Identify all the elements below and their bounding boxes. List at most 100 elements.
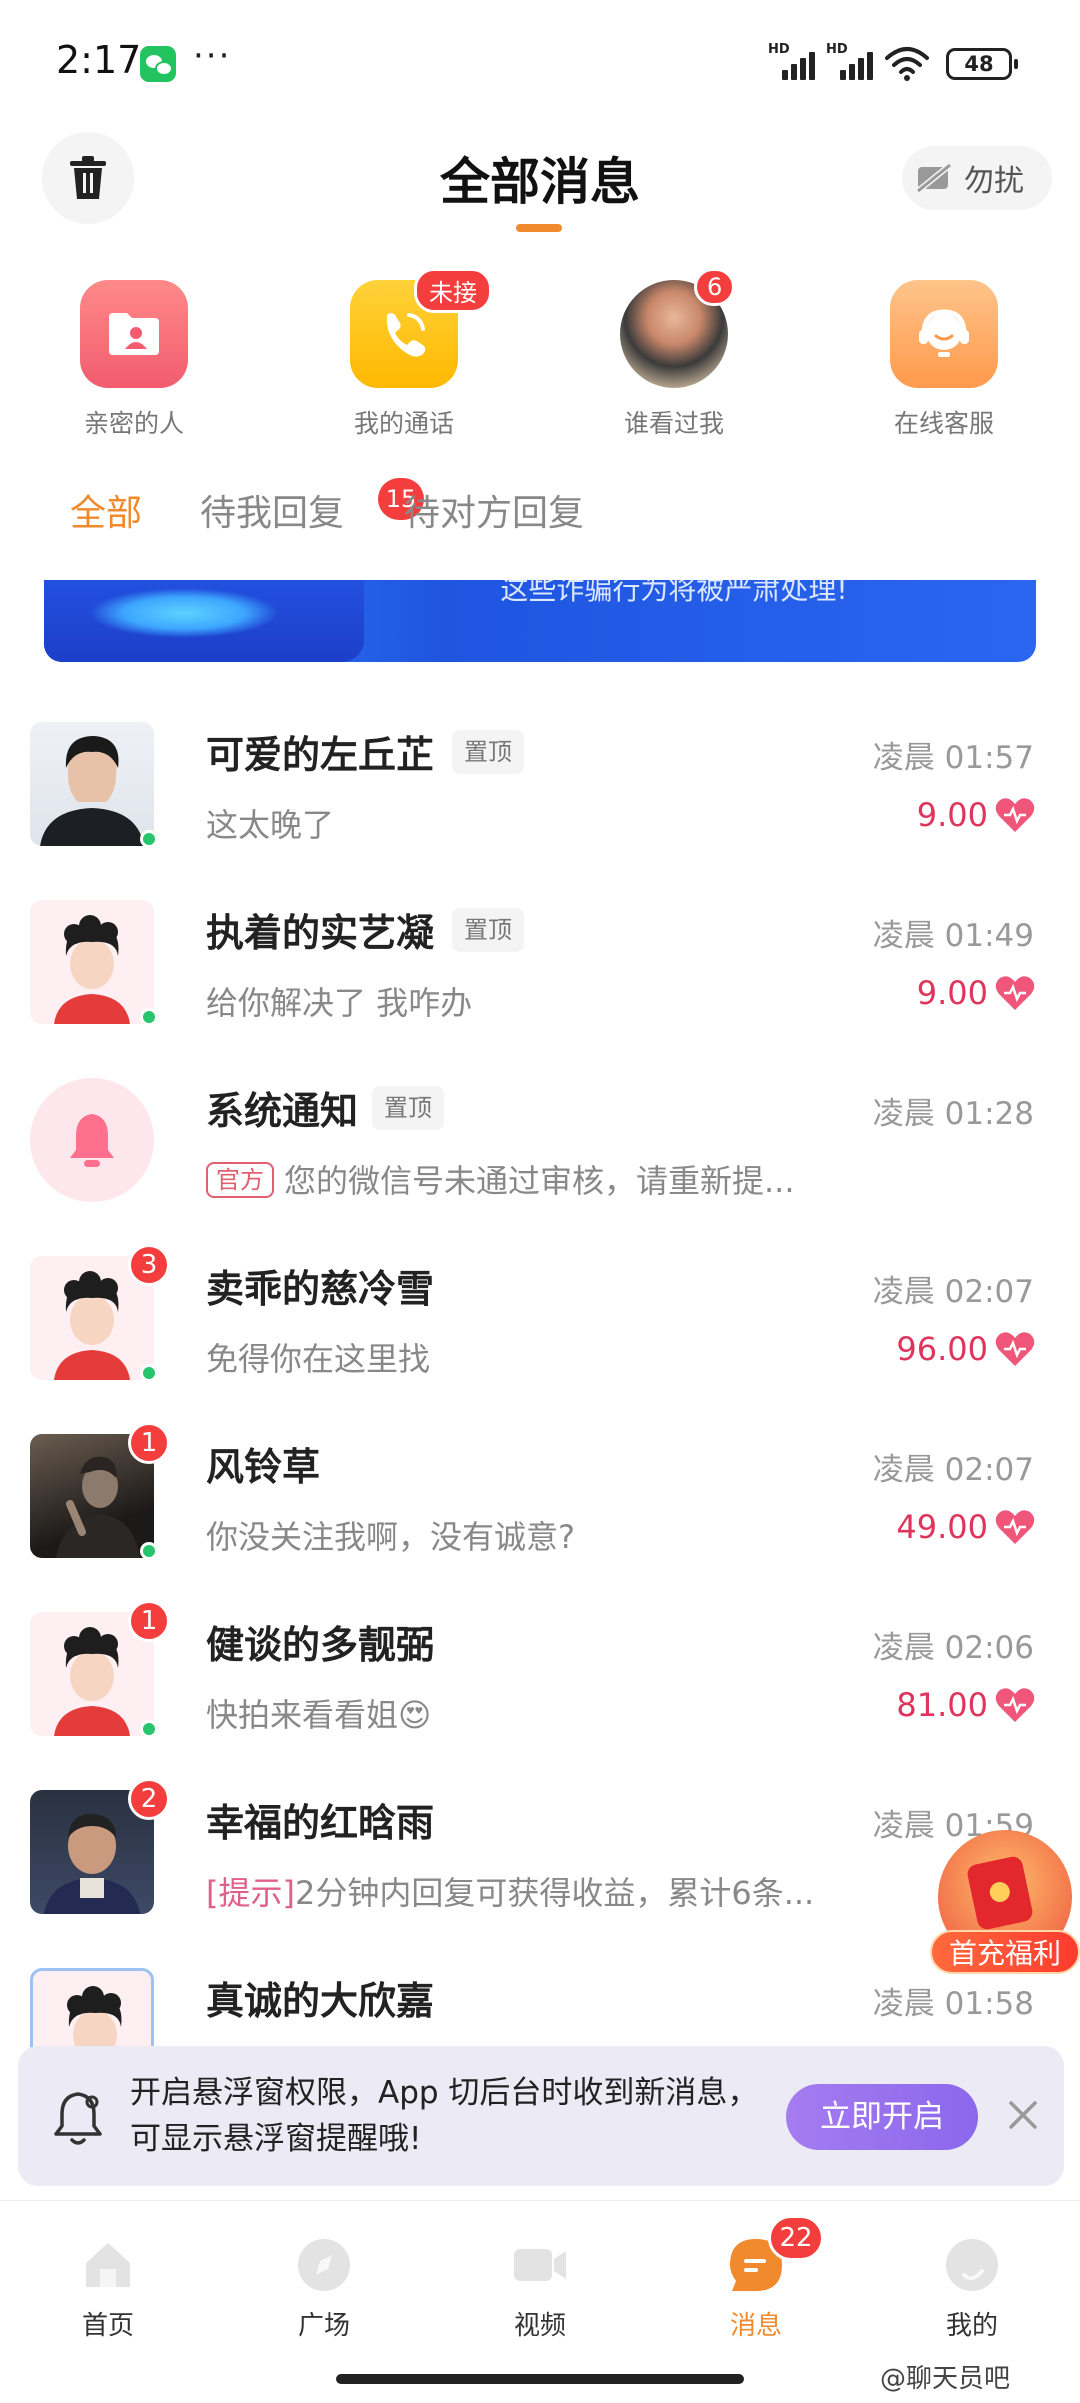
floating-window-permission-notice: 开启悬浮窗权限，App 切后台时收到新消息， 可显示悬浮窗提醒哦! 立即开启: [18, 2046, 1064, 2186]
pinned-tag: 置顶: [372, 1086, 444, 1130]
nav-plaza[interactable]: 广场: [224, 2201, 424, 2361]
reward-amount: 81.00: [896, 1686, 1036, 1724]
contact-name: 真诚的大欣嘉: [206, 1979, 435, 2023]
online-indicator: [140, 1542, 158, 1560]
message-row[interactable]: 2 幸福的红晗雨 凌晨 01:59 [提示]2分钟内回复可获得收益，累计6条..…: [0, 1748, 1080, 1926]
contact-name: 可爱的左丘芷: [206, 733, 435, 777]
message-time: 凌晨 02:07: [872, 1274, 1034, 1310]
nav-profile[interactable]: 我的: [872, 2201, 1072, 2361]
nav-label: 广场: [297, 2311, 350, 2341]
notice-line-1: 开启悬浮窗权限，App 切后台时收到新消息，: [130, 2075, 759, 2111]
bell-icon: [70, 1114, 114, 1167]
wifi-icon: [885, 47, 929, 81]
video-icon: [514, 2249, 566, 2281]
message-preview: 这太晚了: [206, 806, 335, 844]
message-time: 凌晨 01:49: [872, 918, 1034, 954]
message-row[interactable]: 1 风铃草 凌晨 02:07 你没关注我啊，没有诚意? 49.00: [0, 1392, 1080, 1570]
nav-label: 我的: [945, 2311, 998, 2341]
wechat-notification-icon: [140, 46, 176, 82]
promo-label: 首充福利: [930, 1930, 1080, 1974]
heart-icon: [995, 798, 1035, 832]
quick-entry-visitors[interactable]: 6 谁看过我: [574, 268, 774, 440]
reward-amount: 49.00: [896, 1508, 1036, 1546]
official-tag: 官方: [206, 1162, 274, 1198]
contact-name: 卖乖的慈冷雪: [206, 1267, 435, 1311]
phone-call-icon: 未接: [350, 268, 492, 388]
heart-icon: [995, 976, 1035, 1010]
nav-label: 视频: [513, 2311, 566, 2341]
contact-name: 风铃草: [206, 1445, 321, 1489]
message-time: 凌晨 01:28: [872, 1096, 1034, 1132]
unread-badge: 1: [128, 1600, 170, 1642]
nav-label: 首页: [81, 2311, 134, 2341]
avatar: [30, 722, 154, 846]
cell-signal-icon: HD: [768, 42, 818, 80]
quick-entry-label: 谁看过我: [623, 409, 724, 438]
avatar: [30, 900, 154, 1024]
message-time: 凌晨 02:06: [872, 1630, 1034, 1666]
heart-icon: [995, 1332, 1035, 1366]
reward-amount: 9.00: [917, 796, 1036, 834]
message-preview: 快拍来看看姐😍: [206, 1696, 432, 1734]
unread-badge: 1: [128, 1422, 170, 1464]
pinned-tag: 置顶: [452, 730, 524, 774]
dnd-label: 勿扰: [964, 164, 1024, 199]
home-indicator[interactable]: [336, 2374, 744, 2384]
nav-home[interactable]: 首页: [8, 2201, 208, 2361]
online-indicator: [140, 1364, 158, 1382]
tab-all[interactable]: 全部: [70, 484, 142, 536]
quick-entry-calls[interactable]: 未接 我的通话: [304, 268, 504, 440]
battery-icon: 48: [946, 48, 1018, 80]
title-underline: [516, 224, 562, 232]
message-row[interactable]: 1 健谈的多靓弼 凌晨 02:06 快拍来看看姐😍 81.00: [0, 1570, 1080, 1748]
hint-tag: [提示]: [206, 1874, 295, 1912]
online-indicator: [140, 1720, 158, 1738]
message-preview: 你没关注我啊，没有诚意?: [206, 1518, 575, 1556]
tab-awaiting-their-reply[interactable]: 待对方回复: [404, 484, 584, 536]
anti-fraud-banner[interactable]: 这些诈骗行为将被严肃处理!: [44, 580, 1036, 662]
intimate-folder-icon: [80, 280, 188, 388]
visitor-count-badge: 6: [694, 268, 736, 306]
profile-icon: [946, 2239, 998, 2291]
message-count-badge: 22: [768, 2215, 824, 2261]
cell-signal-icon-2: HD: [826, 42, 876, 80]
quick-entry-intimate[interactable]: 亲密的人: [34, 280, 234, 440]
message-preview: [提示]2分钟内回复可获得收益，累计6条...: [206, 1874, 815, 1912]
tab-awaiting-my-reply[interactable]: 待我回复: [200, 484, 344, 536]
mute-icon: [916, 162, 952, 194]
quick-entry-support[interactable]: 在线客服: [844, 280, 1044, 440]
message-time: 凌晨 01:57: [872, 740, 1034, 776]
compass-icon: [298, 2239, 350, 2291]
message-preview: 官方 您的微信号未通过审核，请重新提...: [206, 1156, 795, 1202]
quick-entry-label: 我的通话: [353, 409, 454, 438]
more-notifications-icon: ···: [193, 36, 232, 76]
unread-badge: 2: [128, 1778, 170, 1820]
notice-line-2: 可显示悬浮窗提醒哦!: [130, 2121, 422, 2157]
visitor-avatar: 6: [620, 268, 736, 388]
nav-video[interactable]: 视频: [440, 2201, 640, 2361]
online-indicator: [140, 830, 158, 848]
missed-call-badge: 未接: [414, 268, 492, 313]
contact-name: 健谈的多靓弼: [206, 1623, 435, 1667]
enable-now-button[interactable]: 立即开启: [786, 2084, 978, 2150]
nav-messages[interactable]: 22 消息: [656, 2201, 856, 2361]
customer-service-icon: [890, 280, 998, 388]
message-row[interactable]: 执着的实艺凝 置顶 凌晨 01:49 给你解决了 我咋办 9.00: [0, 858, 1080, 1036]
message-row[interactable]: 可爱的左丘芷 置顶 凌晨 01:57 这太晚了 9.00: [0, 680, 1080, 858]
contact-name: 幸福的红晗雨: [206, 1801, 435, 1845]
quick-entry-label: 在线客服: [893, 409, 994, 438]
pinned-tag: 置顶: [452, 908, 524, 952]
bell-outline-icon: [54, 2092, 102, 2145]
bottom-navigation: 首页 广场 视频 22 消息 我的: [0, 2200, 1080, 2360]
message-row-system[interactable]: 系统通知 置顶 凌晨 01:28 官方 您的微信号未通过审核，请重新提...: [0, 1036, 1080, 1214]
quick-entries: 亲密的人 未接 我的通话 6 谁看过我 在线客服: [0, 268, 1080, 450]
contact-name: 系统通知: [206, 1089, 359, 1133]
close-icon[interactable]: [998, 2090, 1048, 2140]
heart-icon: [995, 1510, 1035, 1544]
first-recharge-promo-button[interactable]: 首充福利: [930, 1830, 1080, 1980]
banner-text: 这些诈骗行为将被严肃处理!: [500, 580, 848, 606]
message-row[interactable]: 3 卖乖的慈冷雪 凌晨 02:07 免得你在这里找 96.00: [0, 1214, 1080, 1392]
heart-icon: [995, 1688, 1035, 1722]
reward-amount: 9.00: [917, 974, 1036, 1012]
do-not-disturb-button[interactable]: 勿扰: [902, 146, 1052, 210]
